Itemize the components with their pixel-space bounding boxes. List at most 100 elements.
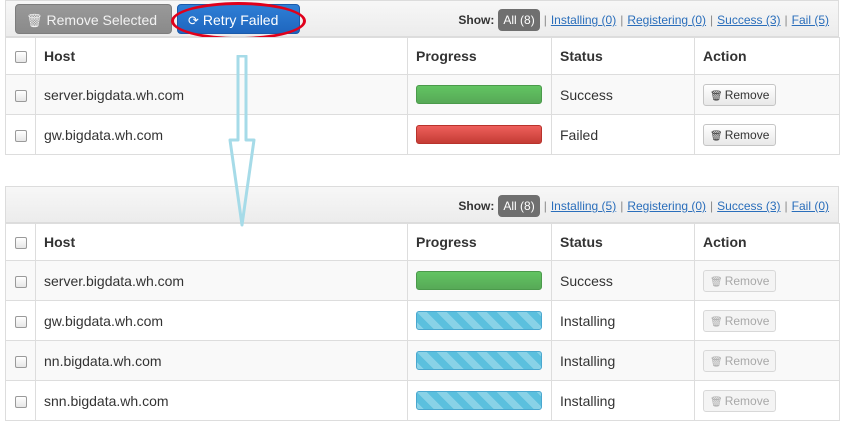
status-filter-bar: Show: All (8) | Installing (0) | Registering … bbox=[458, 9, 829, 31]
top-toolbar: 🗑 Remove Selected ⟳ Retry Failed Show: All … bbox=[5, 0, 839, 37]
filter-separator: | bbox=[784, 13, 788, 27]
progress-cell bbox=[407, 114, 552, 155]
remove-host-button[interactable]: 🗑 Remove bbox=[703, 83, 777, 106]
progress-cell bbox=[407, 74, 552, 115]
action-cell: 🗑 Remove bbox=[694, 260, 840, 301]
remove-host-button[interactable]: 🗑 Remove bbox=[703, 123, 777, 146]
trash-icon: 🗑 bbox=[710, 316, 723, 328]
row-checkbox[interactable] bbox=[14, 129, 27, 142]
action-header: Action bbox=[694, 37, 840, 75]
status-header[interactable]: Status bbox=[551, 37, 695, 75]
filter-success[interactable]: Success (3) bbox=[717, 13, 780, 27]
refresh-icon: ⟳ bbox=[188, 13, 199, 28]
filter-fail[interactable]: Fail (0) bbox=[792, 199, 829, 213]
filter-separator: | bbox=[710, 13, 714, 27]
status-cell: Failed bbox=[551, 114, 695, 155]
select-all-checkbox[interactable] bbox=[14, 237, 27, 250]
status-cell: Installing bbox=[551, 300, 695, 341]
filter-separator: | bbox=[784, 199, 788, 213]
hosts-table-before: Host Progress Status Action server.bigda… bbox=[5, 37, 840, 155]
row-checkbox[interactable] bbox=[14, 355, 27, 368]
status-filter-bar: Show: All (8) | Installing (5) | Registering … bbox=[458, 195, 829, 217]
filter-separator: | bbox=[543, 13, 547, 27]
progress-cell bbox=[407, 260, 552, 301]
row-select-cell bbox=[5, 300, 36, 341]
remove-host-label: Remove bbox=[724, 393, 770, 408]
status-cell: Success bbox=[551, 74, 695, 115]
progress-bar-success bbox=[416, 85, 542, 104]
action-cell: 🗑 Remove bbox=[694, 340, 840, 381]
progress-cell bbox=[407, 300, 552, 341]
row-checkbox[interactable] bbox=[14, 395, 27, 408]
filter-all[interactable]: All (8) bbox=[498, 195, 540, 217]
remove-selected-button[interactable]: 🗑 Remove Selected bbox=[15, 4, 172, 34]
progress-bar-failed bbox=[416, 125, 542, 144]
table-header-row: Host Progress Status Action bbox=[5, 37, 840, 75]
row-select-cell bbox=[5, 340, 36, 381]
row-checkbox[interactable] bbox=[14, 315, 27, 328]
retry-failed-label: Retry Failed bbox=[202, 12, 279, 28]
host-cell: snn.bigdata.wh.com bbox=[35, 380, 408, 421]
row-select-cell bbox=[5, 260, 36, 301]
row-checkbox[interactable] bbox=[14, 89, 27, 102]
action-header: Action bbox=[694, 223, 840, 261]
remove-selected-label: Remove Selected bbox=[46, 12, 158, 28]
progress-bar-installing bbox=[416, 351, 542, 370]
show-label: Show: bbox=[458, 199, 495, 213]
remove-host-button[interactable]: 🗑 Remove bbox=[703, 269, 777, 292]
trash-icon: 🗑 bbox=[710, 276, 723, 288]
remove-host-button[interactable]: 🗑 Remove bbox=[703, 389, 777, 412]
host-header[interactable]: Host bbox=[35, 37, 408, 75]
host-cell: gw.bigdata.wh.com bbox=[35, 300, 408, 341]
remove-host-label: Remove bbox=[724, 353, 770, 368]
host-header[interactable]: Host bbox=[35, 223, 408, 261]
filter-separator: | bbox=[543, 199, 547, 213]
remove-host-button[interactable]: 🗑 Remove bbox=[703, 309, 777, 332]
filter-success[interactable]: Success (3) bbox=[717, 199, 780, 213]
filter-separator: | bbox=[620, 199, 624, 213]
host-cell: gw.bigdata.wh.com bbox=[35, 114, 408, 155]
action-cell: 🗑 Remove bbox=[694, 300, 840, 341]
remove-host-label: Remove bbox=[724, 273, 770, 288]
table-header-row: Host Progress Status Action bbox=[5, 223, 840, 261]
status-header[interactable]: Status bbox=[551, 223, 695, 261]
trash-icon: 🗑 bbox=[710, 396, 723, 408]
hosts-table-after: Host Progress Status Action server.bigda… bbox=[5, 223, 840, 421]
host-cell: server.bigdata.wh.com bbox=[35, 260, 408, 301]
filter-fail[interactable]: Fail (5) bbox=[792, 13, 829, 27]
remove-host-label: Remove bbox=[724, 313, 770, 328]
host-cell: server.bigdata.wh.com bbox=[35, 74, 408, 115]
progress-bar-installing bbox=[416, 311, 542, 330]
retry-failed-button[interactable]: ⟳ Retry Failed bbox=[177, 4, 300, 34]
filter-installing[interactable]: Installing (5) bbox=[551, 199, 616, 213]
filter-registering[interactable]: Registering (0) bbox=[627, 199, 706, 213]
bottom-toolbar: Show: All (8) | Installing (5) | Registering … bbox=[5, 186, 839, 223]
progress-cell bbox=[407, 340, 552, 381]
row-checkbox[interactable] bbox=[14, 275, 27, 288]
filter-separator: | bbox=[710, 199, 714, 213]
remove-host-label: Remove bbox=[724, 127, 770, 142]
row-select-cell bbox=[5, 114, 36, 155]
table-row: nn.bigdata.wh.com Installing 🗑 Remove bbox=[5, 340, 840, 381]
filter-registering[interactable]: Registering (0) bbox=[627, 13, 706, 27]
select-all-checkbox[interactable] bbox=[14, 51, 27, 64]
table-row: gw.bigdata.wh.com Failed 🗑 Remove bbox=[5, 114, 840, 155]
remove-host-label: Remove bbox=[724, 87, 770, 102]
action-cell: 🗑 Remove bbox=[694, 74, 840, 115]
remove-host-button[interactable]: 🗑 Remove bbox=[703, 349, 777, 372]
action-cell: 🗑 Remove bbox=[694, 380, 840, 421]
select-all-cell bbox=[5, 37, 36, 75]
progress-header[interactable]: Progress bbox=[407, 37, 552, 75]
filter-installing[interactable]: Installing (0) bbox=[551, 13, 616, 27]
select-all-cell bbox=[5, 223, 36, 261]
filter-separator: | bbox=[620, 13, 624, 27]
trash-icon: 🗑 bbox=[26, 13, 43, 28]
trash-icon: 🗑 bbox=[710, 130, 723, 142]
progress-cell bbox=[407, 380, 552, 421]
trash-icon: 🗑 bbox=[710, 356, 723, 368]
progress-header[interactable]: Progress bbox=[407, 223, 552, 261]
progress-bar-installing bbox=[416, 391, 542, 410]
filter-all[interactable]: All (8) bbox=[498, 9, 540, 31]
host-cell: nn.bigdata.wh.com bbox=[35, 340, 408, 381]
table-row: server.bigdata.wh.com Success 🗑 Remove bbox=[5, 74, 840, 115]
